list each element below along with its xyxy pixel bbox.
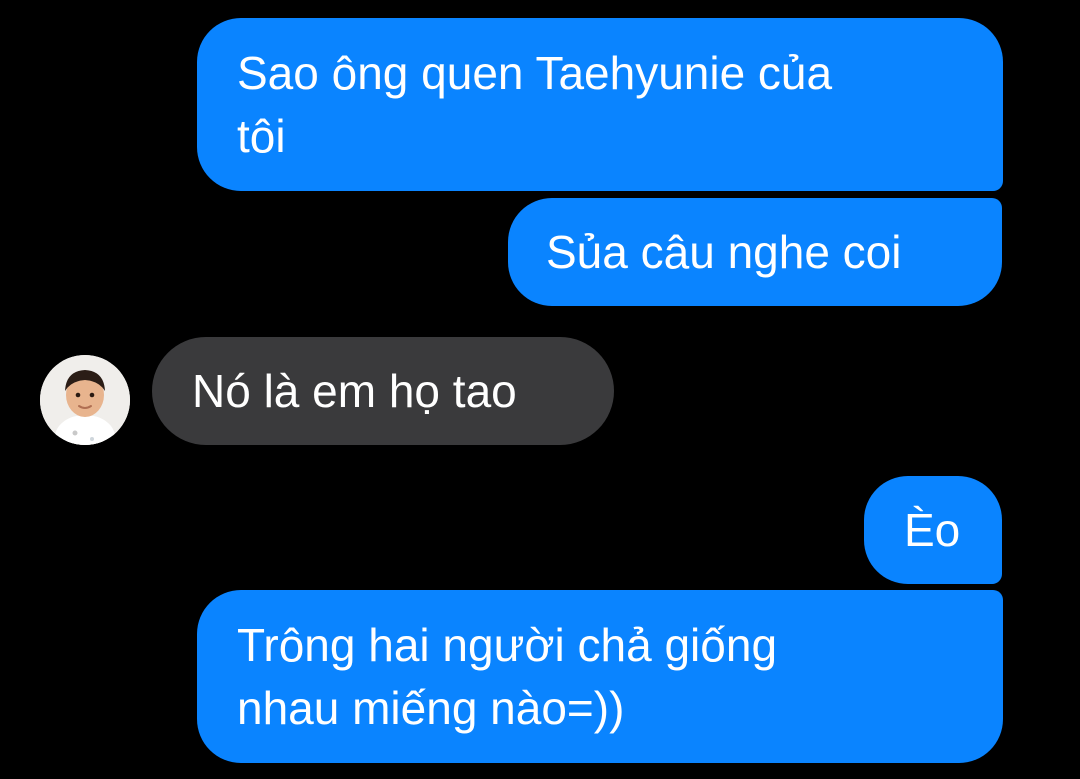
message-bubble-outgoing[interactable]: Èo (864, 476, 1002, 584)
message-text: Èo (904, 503, 961, 556)
message-bubble-outgoing[interactable]: Sủa câu nghe coi (508, 198, 1002, 306)
message-bubble-incoming[interactable]: Nó là em họ tao (152, 337, 614, 445)
message-bubble-outgoing[interactable]: Trông hai người chả giống nhau miếng nào… (197, 590, 1003, 763)
child-avatar-icon[interactable] (40, 355, 130, 445)
message-text: Sủa câu nghe coi (546, 225, 902, 278)
message-text: Sao ông quen Taehyunie của tôi (237, 46, 833, 162)
avatar-image (40, 355, 130, 445)
message-text: Trông hai người chả giống nhau miếng nào… (237, 618, 778, 734)
message-bubble-outgoing[interactable]: Sao ông quen Taehyunie của tôi (197, 18, 1003, 191)
message-text: Nó là em họ tao (192, 364, 517, 417)
